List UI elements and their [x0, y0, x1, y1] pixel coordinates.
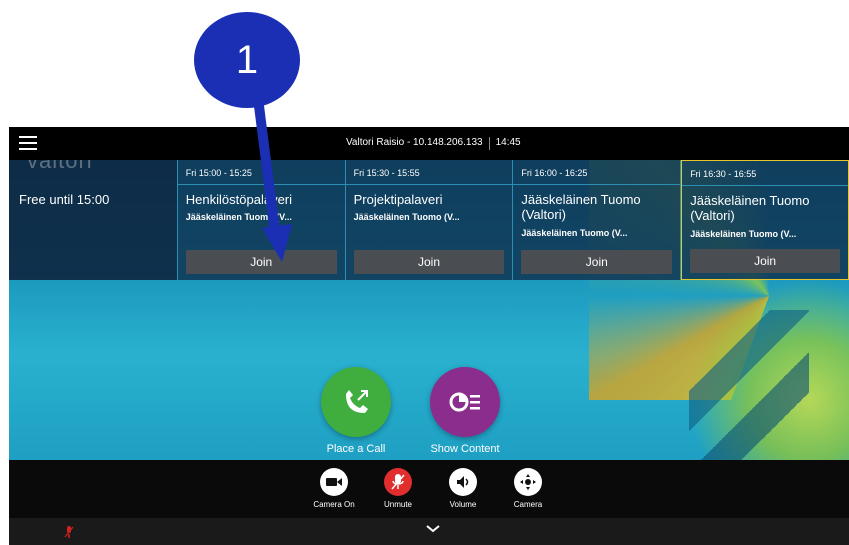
- hamburger-menu-icon[interactable]: [19, 136, 37, 150]
- meeting-title: Jääskeläinen Tuomo (Valtori): [521, 192, 641, 222]
- divider: [177, 184, 345, 185]
- meeting-organizer: Jääskeläinen Tuomo (V...: [521, 228, 628, 238]
- step-number: 1: [235, 37, 259, 82]
- step-marker: 1: [194, 12, 300, 108]
- meeting-time: Fri 15:00 - 15:25: [185, 168, 252, 178]
- volume-control[interactable]: Volume: [438, 468, 488, 509]
- camera-on-control[interactable]: Camera On: [309, 468, 359, 509]
- status-strip: [9, 518, 849, 545]
- camera-control[interactable]: Camera: [503, 468, 553, 509]
- chevron-down-icon[interactable]: [425, 524, 441, 534]
- device-screen: Valtori Raisio - 10.148.206.133 14:45 va…: [9, 127, 849, 545]
- control-bar: Camera On Unmute Volume Camera: [9, 460, 849, 518]
- meeting-card[interactable]: Fri 15:30 - 15:55 Projektipalaveri Jääsk…: [345, 160, 514, 280]
- meeting-title: Projektipalaveri: [353, 192, 443, 207]
- meeting-time: Fri 15:30 - 15:55: [353, 168, 420, 178]
- phone-outgoing-icon[interactable]: [321, 367, 391, 437]
- divider: [682, 185, 848, 186]
- system-name: Valtori Raisio - 10.148.206.133: [346, 137, 483, 148]
- show-content-label: Show Content: [430, 443, 500, 455]
- background-decoration: [689, 310, 809, 460]
- system-info: Valtori Raisio - 10.148.206.133 14:45: [346, 137, 521, 150]
- clock: 14:45: [495, 137, 521, 148]
- camera-on-label: Camera On: [313, 500, 355, 509]
- join-button[interactable]: Join: [690, 249, 840, 273]
- mic-muted-small-icon: [64, 526, 74, 538]
- meeting-card[interactable]: Fri 16:00 - 16:25 Jääskeläinen Tuomo (Va…: [513, 160, 682, 280]
- topbar-divider: [488, 137, 490, 150]
- show-content-action[interactable]: Show Content: [415, 367, 515, 455]
- meeting-organizer: Jääskeläinen Tuomo (V...: [353, 212, 460, 222]
- volume-icon[interactable]: [449, 468, 477, 496]
- share-content-icon[interactable]: [430, 367, 500, 437]
- meeting-title: Henkilöstöpalaveri: [185, 192, 293, 207]
- meeting-strip: valtori Free until 15:00 Fri 15:00 - 15:…: [9, 160, 849, 280]
- divider: [513, 184, 681, 185]
- meeting-time: Fri 16:30 - 16:55: [690, 169, 757, 179]
- home-screen: valtori Free until 15:00 Fri 15:00 - 15:…: [9, 160, 849, 460]
- join-button[interactable]: Join: [521, 250, 673, 274]
- meeting-title: Jääskeläinen Tuomo (Valtori): [690, 193, 810, 223]
- place-call-label: Place a Call: [326, 443, 386, 455]
- meeting-card[interactable]: Fri 15:00 - 15:25 Henkilöstöpalaveri Jää…: [177, 160, 346, 280]
- camera-label: Camera: [513, 500, 543, 509]
- free-until-text: Free until 15:00: [19, 192, 110, 207]
- meeting-time: Fri 16:00 - 16:25: [521, 168, 588, 178]
- meeting-organizer: Jääskeläinen Tuomo (V...: [690, 229, 797, 239]
- mic-muted-icon[interactable]: [384, 468, 412, 496]
- divider: [345, 184, 513, 185]
- join-button[interactable]: Join: [185, 250, 337, 274]
- meeting-organizer: Jääskeläinen Tuomo (V...: [185, 212, 292, 222]
- unmute-label: Unmute: [383, 500, 412, 509]
- volume-label: Volume: [449, 500, 477, 509]
- unmute-control[interactable]: Unmute: [373, 468, 423, 509]
- meeting-card[interactable]: Fri 16:30 - 16:55 Jääskeläinen Tuomo (Va…: [681, 160, 849, 280]
- place-call-action[interactable]: Place a Call: [306, 367, 406, 455]
- camera-control-icon[interactable]: [514, 468, 542, 496]
- valtori-logo: valtori: [27, 160, 93, 173]
- top-bar: Valtori Raisio - 10.148.206.133 14:45: [9, 127, 849, 160]
- join-button[interactable]: Join: [353, 250, 505, 274]
- availability-cell: valtori Free until 15:00: [9, 160, 178, 280]
- camera-icon[interactable]: [320, 468, 348, 496]
